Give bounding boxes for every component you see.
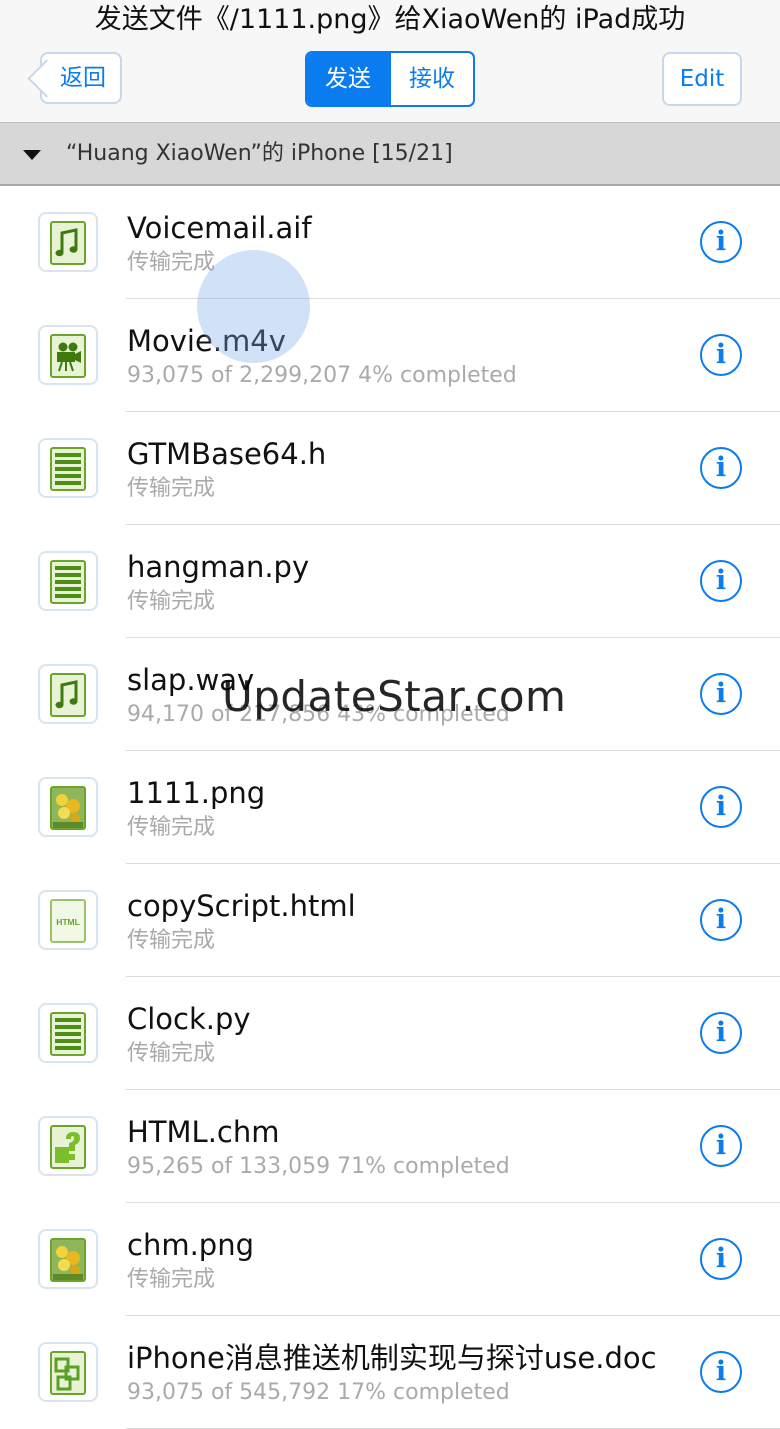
file-row[interactable]: HTML copyScript.html 传输完成 i [0,864,780,977]
info-button-icon[interactable]: i [700,447,742,489]
file-name: chm.png [127,1228,254,1262]
text-file-icon [38,438,98,498]
file-row[interactable]: GTMBase64.h 传输完成 i [0,412,780,525]
file-name: Clock.py [127,1002,251,1036]
file-row[interactable]: hangman.py 传输完成 i [0,525,780,638]
file-row[interactable]: Voicemail.aif 传输完成 i [0,186,780,299]
info-button-icon[interactable]: i [700,673,742,715]
help-file-icon [38,1116,98,1176]
back-button[interactable]: 返回 [40,52,122,104]
device-section-title: “Huang XiaoWen”的 iPhone [15/21] [66,141,453,166]
send-receive-segmented-control: 发送 接收 [305,51,475,107]
file-name: GTMBase64.h [127,437,327,471]
file-status: 传输完成 [127,1041,216,1066]
audio-file-icon [38,664,98,724]
file-name: Voicemail.aif [127,211,312,245]
file-row[interactable]: Clock.py 传输完成 i [0,977,780,1090]
info-button-icon[interactable]: i [700,899,742,941]
doc-file-icon [38,1342,98,1402]
watermark: UpdateStar.com [222,672,567,721]
info-button-icon[interactable]: i [700,1238,742,1280]
image-file-icon [38,777,98,837]
file-row[interactable]: 1111.png 传输完成 i [0,751,780,864]
file-status: 93,075 of 545,792 17% completed [127,1380,510,1405]
file-status: 传输完成 [127,589,216,614]
text-file-icon [38,1003,98,1063]
file-status: 传输完成 [127,250,216,275]
info-button-icon[interactable]: i [700,560,742,602]
file-name: copyScript.html [127,889,356,923]
navigation-bar: 发送文件《/1111.png》给XiaoWen的 iPad成功 返回 发送 接收… [0,0,780,122]
device-section-header[interactable]: “Huang XiaoWen”的 iPhone [15/21] [0,122,780,186]
file-row[interactable]: Movie.m4v 93,075 of 2,299,207 4% complete… [0,299,780,412]
file-status: 传输完成 [127,815,216,840]
back-button-label: 返回 [60,65,106,91]
audio-file-icon [38,212,98,272]
text-file-icon [38,551,98,611]
file-row[interactable]: HTML.chm 95,265 of 133,059 71% completed i [0,1090,780,1203]
file-name: hangman.py [127,550,310,584]
video-file-icon [38,325,98,385]
segment-send[interactable]: 发送 [307,53,389,105]
html-file-icon: HTML [38,890,98,950]
file-name: 1111.png [127,776,266,810]
info-button-icon[interactable]: i [700,1012,742,1054]
touch-indicator [197,250,310,363]
file-name: HTML.chm [127,1115,280,1149]
file-status: 传输完成 [127,476,216,501]
info-button-icon[interactable]: i [700,1125,742,1167]
file-status: 传输完成 [127,928,216,953]
file-list: Voicemail.aif 传输完成 i Movie.m4v 93,075 of 2,2… [0,186,780,1429]
file-status: 传输完成 [127,1267,216,1292]
info-button-icon[interactable]: i [700,221,742,263]
file-name: iPhone消息推送机制实现与探讨use.doc [127,1341,657,1375]
segment-receive[interactable]: 接收 [389,53,473,105]
file-status: 93,075 of 2,299,207 4% completed [127,363,517,388]
status-title: 发送文件《/1111.png》给XiaoWen的 iPad成功 [94,4,686,35]
disclosure-triangle-icon[interactable] [23,150,41,160]
file-row[interactable]: iPhone消息推送机制实现与探讨use.doc 93,075 of 545,79… [0,1316,780,1429]
image-file-icon [38,1229,98,1289]
edit-button[interactable]: Edit [662,52,742,106]
info-button-icon[interactable]: i [700,334,742,376]
info-button-icon[interactable]: i [700,786,742,828]
html-icon-text: HTML [56,917,80,927]
file-status: 95,265 of 133,059 71% completed [127,1154,510,1179]
file-row[interactable]: chm.png 传输完成 i [0,1203,780,1316]
